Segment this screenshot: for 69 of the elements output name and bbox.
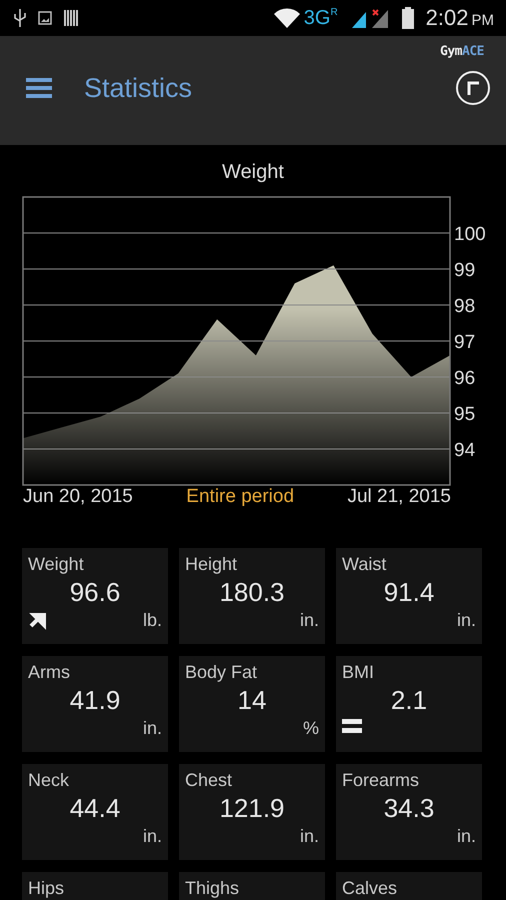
roaming-indicator: R bbox=[330, 8, 338, 18]
stat-value: 34.3 bbox=[384, 793, 434, 824]
stat-unit: % bbox=[302, 718, 319, 739]
stat-tile[interactable]: Thighs bbox=[179, 872, 325, 900]
axis-label: 99 bbox=[454, 260, 476, 281]
stat-value: 41.9 bbox=[70, 685, 120, 716]
stat-value: 91.4 bbox=[384, 577, 434, 608]
stat-tile[interactable]: Weight 96.6 lb. bbox=[22, 548, 168, 644]
stat-label: Thighs bbox=[185, 878, 240, 899]
stat-tile[interactable]: Waist 91.4 in. bbox=[336, 548, 482, 644]
stat-value: 14 bbox=[238, 685, 266, 716]
stat-tile[interactable]: Forearms 34.3 in. bbox=[336, 764, 482, 860]
end-date: Jul 21, 2015 bbox=[347, 486, 451, 508]
period-link[interactable]: Entire period bbox=[186, 486, 294, 508]
axis-label: 96 bbox=[454, 368, 476, 389]
battery-icon bbox=[402, 7, 414, 29]
stat-label: BMI bbox=[342, 662, 374, 683]
stat-label: Neck bbox=[28, 770, 70, 791]
stat-label: Body Fat bbox=[185, 662, 258, 683]
usb-icon bbox=[14, 9, 26, 27]
stat-unit: in. bbox=[142, 718, 162, 739]
stat-tile[interactable]: Chest 121.9 in. bbox=[179, 764, 325, 860]
stat-label: Weight bbox=[28, 554, 84, 575]
clock-ampm: PM bbox=[472, 13, 494, 28]
network-type: 3G bbox=[304, 8, 330, 28]
axis-label: 97 bbox=[454, 332, 476, 353]
stat-label: Hips bbox=[28, 878, 64, 899]
stat-tile[interactable]: Arms 41.9 in. bbox=[22, 656, 168, 752]
stat-unit: lb. bbox=[142, 610, 162, 631]
stat-tile[interactable]: Neck 44.4 in. bbox=[22, 764, 168, 860]
stat-label: Forearms bbox=[342, 770, 420, 791]
stat-label: Waist bbox=[342, 554, 386, 575]
stat-unit: in. bbox=[456, 610, 476, 631]
stat-tile[interactable]: Body Fat 14 % bbox=[179, 656, 325, 752]
stat-label: Arms bbox=[28, 662, 70, 683]
stat-unit: in. bbox=[456, 826, 476, 847]
corner-icon bbox=[467, 81, 479, 95]
image-icon bbox=[38, 11, 52, 25]
period-button[interactable] bbox=[456, 71, 490, 105]
stat-value: 96.6 bbox=[70, 577, 120, 608]
stat-value: 180.3 bbox=[219, 577, 285, 608]
stat-label: Chest bbox=[185, 770, 232, 791]
menu-button[interactable] bbox=[26, 77, 52, 99]
axis-label: 94 bbox=[454, 440, 476, 461]
app-logo: GymACE bbox=[440, 44, 484, 59]
stat-value: 2.1 bbox=[390, 685, 428, 716]
stat-value: 121.9 bbox=[219, 793, 285, 824]
axis-label: 100 bbox=[454, 224, 486, 245]
axis-label: 95 bbox=[454, 404, 476, 425]
barcode-icon bbox=[64, 10, 78, 26]
screen-title: Statistics bbox=[84, 72, 194, 104]
signal-icon bbox=[350, 8, 390, 28]
stat-unit: in. bbox=[300, 610, 319, 631]
stat-unit: in. bbox=[300, 826, 319, 847]
stat-label: Height bbox=[185, 554, 238, 575]
chart-title: Weight bbox=[221, 161, 285, 184]
clock-time: 2:02 bbox=[426, 7, 468, 29]
stat-tile[interactable]: Height 180.3 in. bbox=[179, 548, 325, 644]
stat-label: Calves bbox=[342, 878, 398, 899]
stat-tile[interactable]: BMI 2.1 bbox=[336, 656, 482, 752]
stat-tile[interactable]: Hips bbox=[22, 872, 168, 900]
arrow-up-right-icon bbox=[28, 611, 48, 631]
axis-label: 98 bbox=[454, 296, 476, 317]
equals-icon bbox=[342, 718, 362, 734]
stat-value: 44.4 bbox=[70, 793, 120, 824]
stat-tile[interactable]: Calves bbox=[336, 872, 482, 900]
wifi-icon bbox=[274, 8, 300, 28]
start-date: Jun 20, 2015 bbox=[23, 486, 133, 508]
stat-unit: in. bbox=[142, 826, 162, 847]
